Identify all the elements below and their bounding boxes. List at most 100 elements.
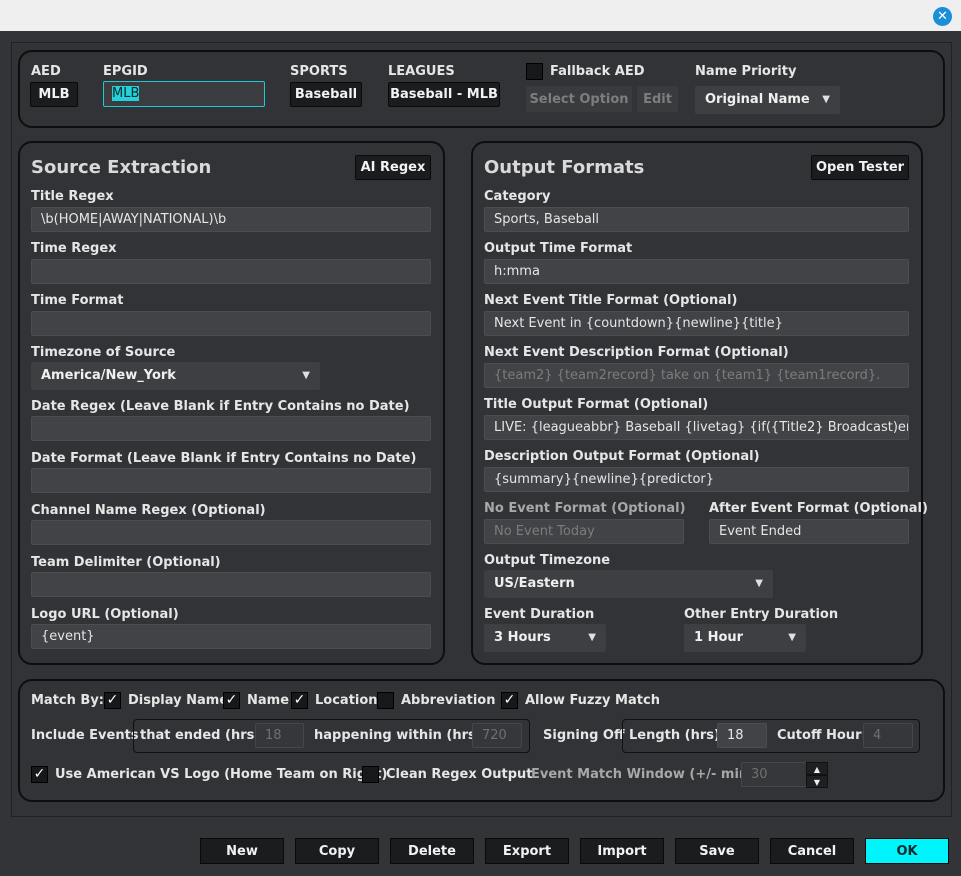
length-hrs-input[interactable]: 18 xyxy=(717,723,767,748)
within-hrs-label: happening within (hrs): xyxy=(314,728,487,743)
next-event-title-input[interactable]: Next Event in {countdown}{newline}{title… xyxy=(484,311,909,336)
open-tester-button[interactable]: Open Tester xyxy=(811,155,909,180)
match-by-label: Match By: xyxy=(31,693,104,708)
aed-button[interactable]: MLB xyxy=(30,82,78,107)
title-regex-label: Title Regex xyxy=(31,189,114,204)
ok-button[interactable]: OK xyxy=(865,838,949,864)
fallback-aed-checkbox[interactable] xyxy=(526,63,543,80)
name-priority-dropdown[interactable]: Original Name ▼ xyxy=(695,86,840,114)
date-regex-input[interactable] xyxy=(31,416,431,441)
chevron-up-icon[interactable]: ▲ xyxy=(806,762,828,775)
output-timezone-label: Output Timezone xyxy=(484,553,611,568)
date-format-label: Date Format (Leave Blank if Entry Contai… xyxy=(31,451,417,466)
timezone-source-label: Timezone of Source xyxy=(31,345,176,360)
chevron-down-icon: ▼ xyxy=(788,632,796,643)
epgid-value: MLB xyxy=(112,86,140,101)
time-format-label: Time Format xyxy=(31,293,124,308)
desc-output-input[interactable]: {summary}{newline}{predictor} xyxy=(484,467,909,492)
timezone-source-value: America/New_York xyxy=(41,368,176,383)
match-window-label: Event Match Window (+/- mins): xyxy=(531,767,768,782)
clean-regex-label: Clean Regex Output xyxy=(386,767,533,782)
delete-button[interactable]: Delete xyxy=(390,838,474,864)
ai-regex-button[interactable]: AI Regex xyxy=(355,155,431,180)
select-option-button[interactable]: Select Option xyxy=(526,86,632,112)
location-checkbox[interactable]: ✓ xyxy=(291,692,308,709)
no-event-input[interactable]: No Event Today xyxy=(484,519,684,544)
after-event-input[interactable]: Event Ended xyxy=(709,519,909,544)
epgid-label: EPGID xyxy=(103,64,148,79)
date-format-input[interactable] xyxy=(31,468,431,493)
team-delimiter-label: Team Delimiter (Optional) xyxy=(31,555,221,570)
chevron-down-icon: ▼ xyxy=(755,578,763,589)
sports-button[interactable]: Baseball xyxy=(290,82,362,107)
copy-button[interactable]: Copy xyxy=(295,838,379,864)
logo-url-label: Logo URL (Optional) xyxy=(31,607,179,622)
category-input[interactable]: Sports, Baseball xyxy=(484,207,909,232)
name-checkbox[interactable]: ✓ xyxy=(223,692,240,709)
display-name-label: Display Name xyxy=(128,693,229,708)
ended-hrs-input[interactable]: 18 xyxy=(255,723,304,748)
import-button[interactable]: Import xyxy=(580,838,664,864)
chevron-down-icon: ▼ xyxy=(588,632,596,643)
chevron-down-icon[interactable]: ▼ xyxy=(806,775,828,788)
close-icon[interactable]: ✕ xyxy=(933,7,952,26)
title-regex-input[interactable]: \b(HOME|AWAY|NATIONAL)\b xyxy=(31,207,431,232)
export-button[interactable]: Export xyxy=(485,838,569,864)
leagues-button[interactable]: Baseball - MLB xyxy=(388,82,500,107)
other-duration-value: 1 Hour xyxy=(694,630,744,645)
cancel-button[interactable]: Cancel xyxy=(770,838,854,864)
other-duration-dropdown[interactable]: 1 Hour ▼ xyxy=(684,624,806,652)
clean-regex-checkbox[interactable] xyxy=(362,766,379,783)
after-event-label: After Event Format (Optional) xyxy=(709,501,928,516)
logo-url-input[interactable]: {event} xyxy=(31,624,431,649)
chevron-down-icon: ▼ xyxy=(822,94,830,105)
aed-label: AED xyxy=(31,64,61,79)
output-time-format-label: Output Time Format xyxy=(484,241,633,256)
time-regex-label: Time Regex xyxy=(31,241,117,256)
timezone-source-dropdown[interactable]: America/New_York ▼ xyxy=(31,362,320,390)
abbreviation-label: Abbreviation xyxy=(401,693,496,708)
sports-label: SPORTS xyxy=(290,64,348,79)
next-event-desc-label: Next Event Description Format (Optional) xyxy=(484,345,789,360)
location-label: Location xyxy=(315,693,378,708)
fuzzy-match-checkbox[interactable]: ✓ xyxy=(501,692,518,709)
epgid-input[interactable]: MLB xyxy=(103,81,265,107)
match-window-input[interactable]: 30 xyxy=(741,762,807,787)
event-duration-label: Event Duration xyxy=(484,607,595,622)
save-button[interactable]: Save xyxy=(675,838,759,864)
desc-output-label: Description Output Format (Optional) xyxy=(484,449,760,464)
title-output-label: Title Output Format (Optional) xyxy=(484,397,709,412)
output-formats-title: Output Formats xyxy=(484,157,645,178)
leagues-label: LEAGUES xyxy=(388,64,455,79)
other-duration-label: Other Entry Duration xyxy=(684,607,839,622)
abbreviation-checkbox[interactable] xyxy=(377,692,394,709)
source-extraction-title: Source Extraction xyxy=(31,157,212,178)
within-hrs-input[interactable]: 720 xyxy=(472,723,522,748)
chevron-down-icon: ▼ xyxy=(302,370,310,381)
length-hrs-label: Length (hrs): xyxy=(629,728,726,743)
fallback-aed-label: Fallback AED xyxy=(550,64,645,79)
channel-name-regex-input[interactable] xyxy=(31,520,431,545)
next-event-title-label: Next Event Title Format (Optional) xyxy=(484,293,738,308)
new-button[interactable]: New xyxy=(200,838,284,864)
fuzzy-match-label: Allow Fuzzy Match xyxy=(525,693,660,708)
cutoff-hour-input[interactable]: 4 xyxy=(863,723,913,748)
channel-name-regex-label: Channel Name Regex (Optional) xyxy=(31,503,266,518)
category-label: Category xyxy=(484,189,551,204)
time-regex-input[interactable] xyxy=(31,259,431,284)
edit-button[interactable]: Edit xyxy=(637,86,678,112)
include-events-label: Include Events xyxy=(31,728,139,743)
display-name-checkbox[interactable]: ✓ xyxy=(104,692,121,709)
team-delimiter-input[interactable] xyxy=(31,572,431,597)
title-output-input[interactable]: LIVE: {leagueabbr} Baseball {livetag} {i… xyxy=(484,415,909,440)
output-timezone-dropdown[interactable]: US/Eastern ▼ xyxy=(484,570,773,598)
next-event-desc-input[interactable]: {team2} {team2record} take on {team1} {t… xyxy=(484,363,909,388)
american-vs-checkbox[interactable]: ✓ xyxy=(31,766,48,783)
window-titlebar: ✕ xyxy=(0,0,961,31)
event-duration-value: 3 Hours xyxy=(494,630,551,645)
output-time-format-input[interactable]: h:mma xyxy=(484,259,909,284)
time-format-input[interactable] xyxy=(31,311,431,336)
event-duration-dropdown[interactable]: 3 Hours ▼ xyxy=(484,624,606,652)
match-window-stepper[interactable]: ▲ ▼ xyxy=(806,762,828,788)
output-timezone-value: US/Eastern xyxy=(494,576,575,591)
